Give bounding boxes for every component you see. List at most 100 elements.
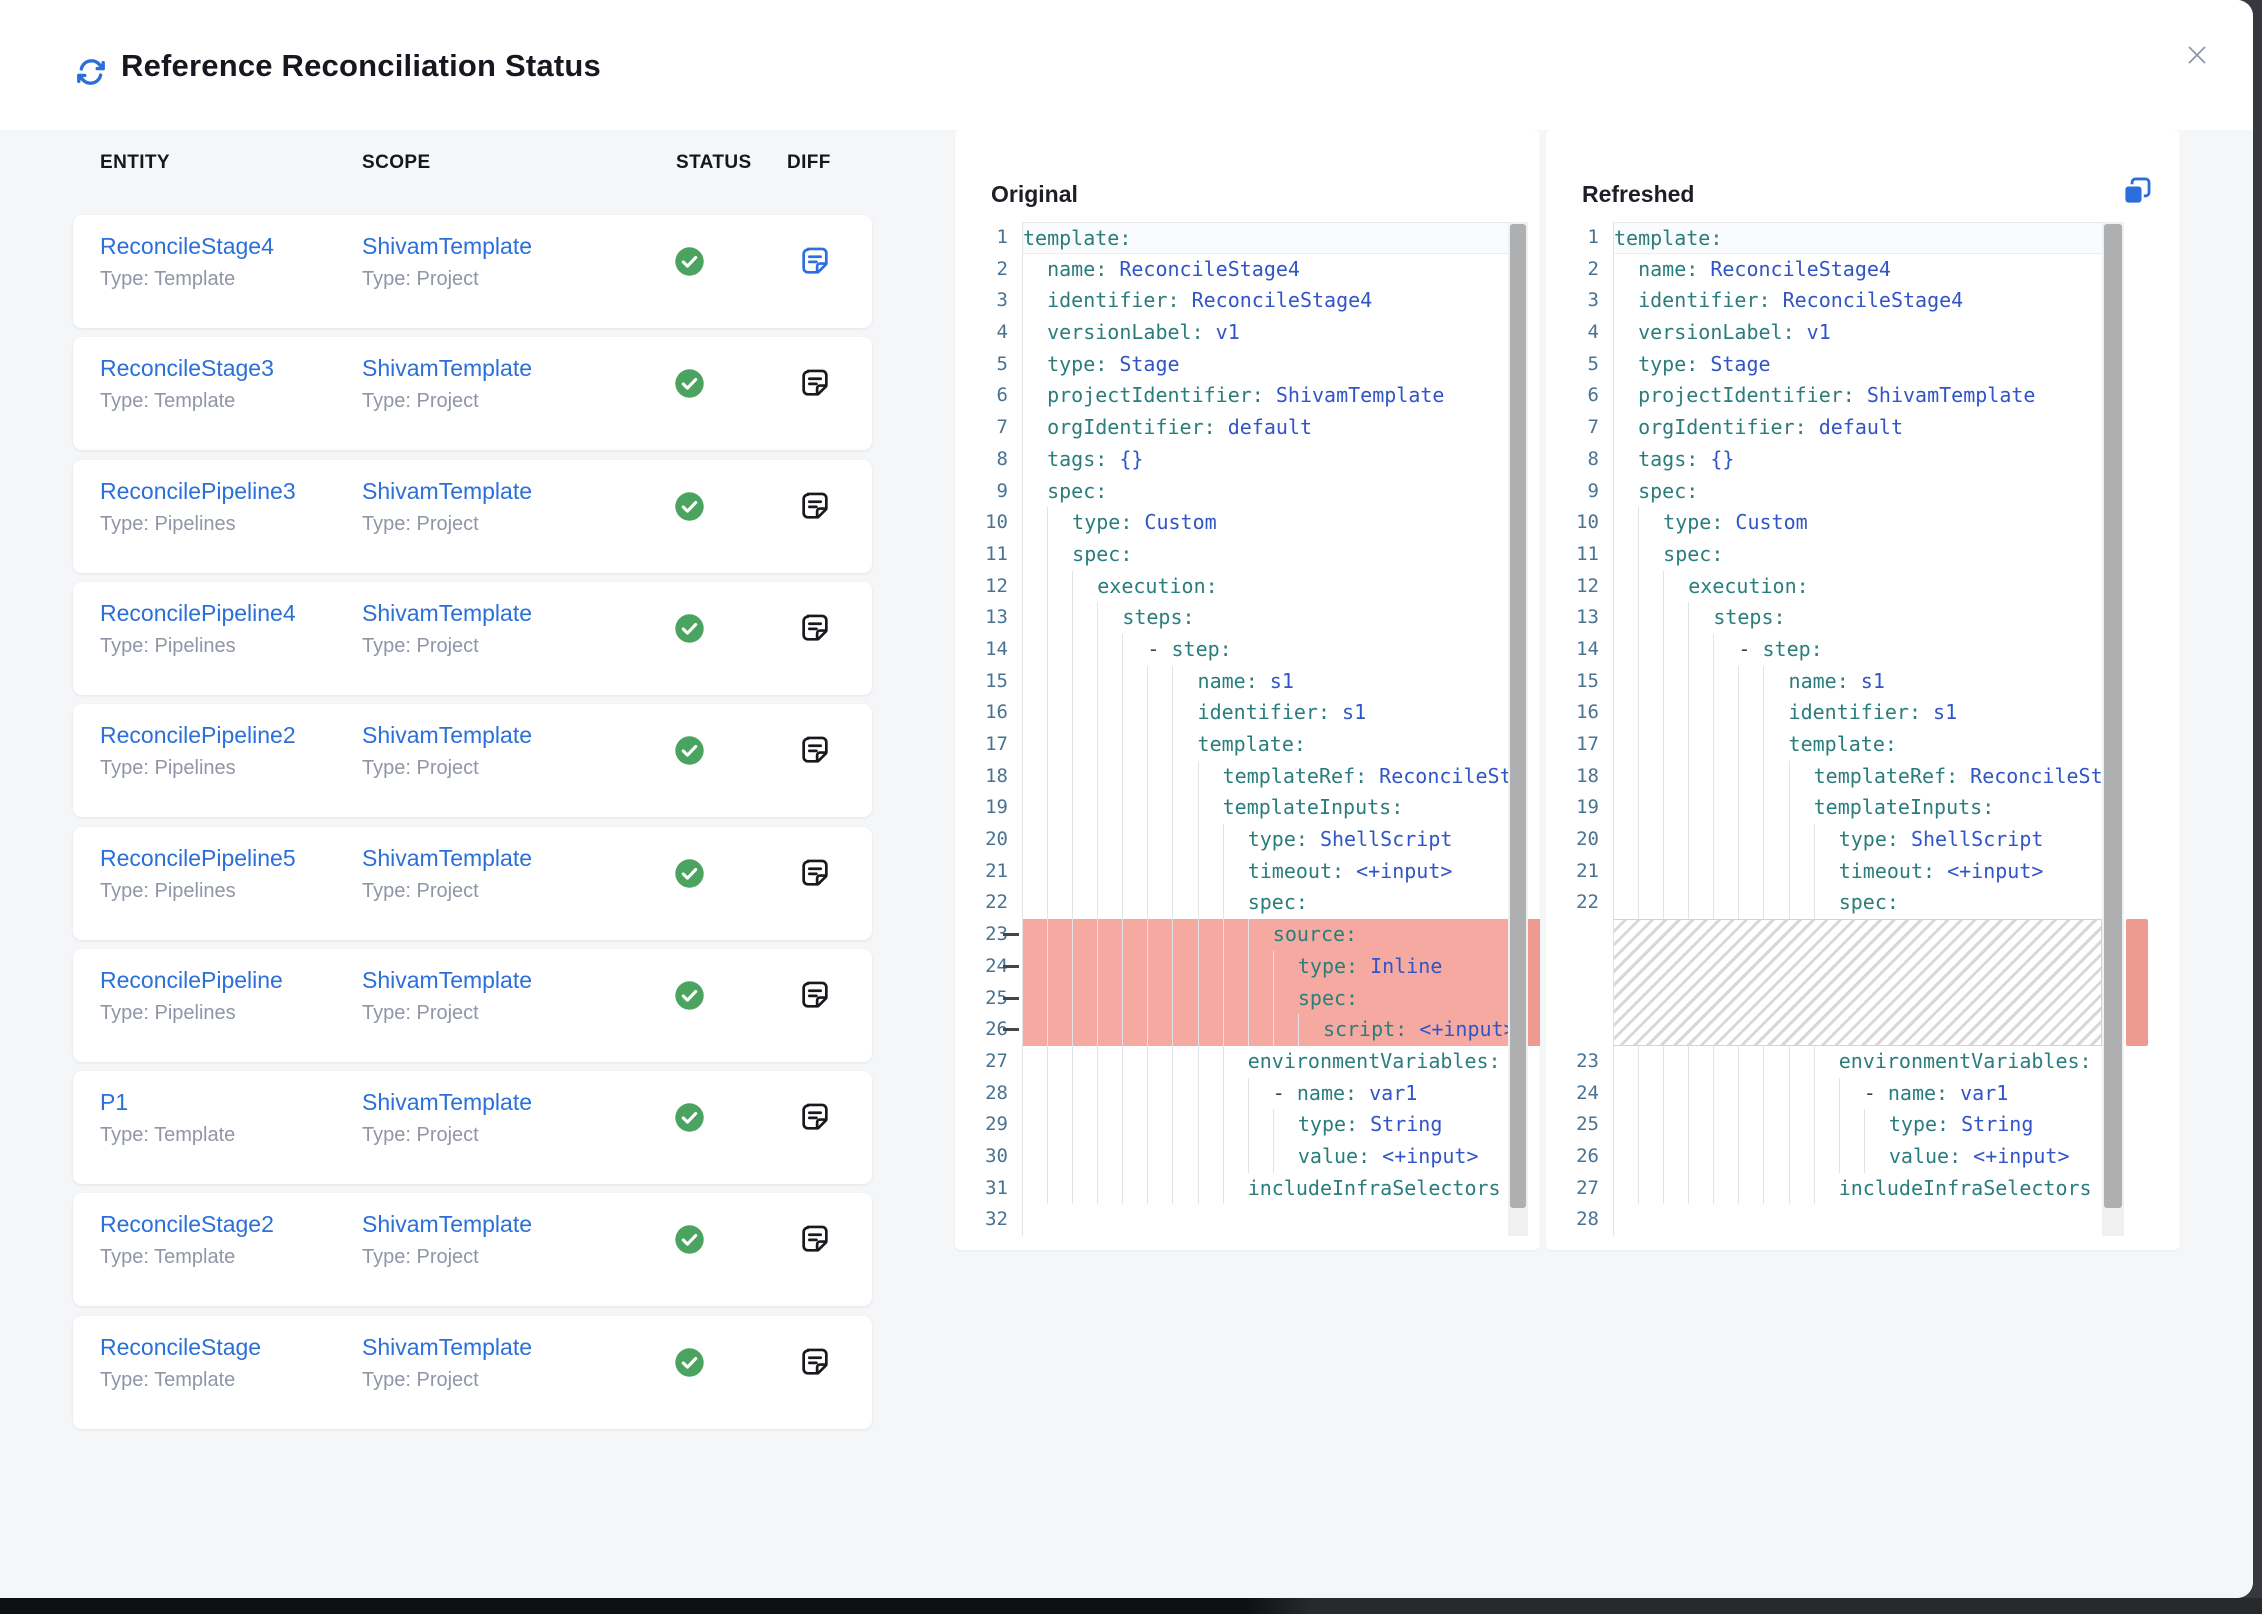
copy-button[interactable] [2120,174,2154,208]
table-row[interactable]: ReconcileStage2Type: TemplateShivamTempl… [73,1193,872,1306]
line-number: 14 [1546,634,1599,666]
code-line: 12execution: [955,571,1508,603]
scope-type: Type: Project [362,267,532,291]
diff-button[interactable] [798,1345,832,1379]
entity-link[interactable]: ReconcileStage [100,1333,261,1361]
code-text: name: s1 [1022,666,1508,698]
code-text: type: String [1022,1109,1508,1141]
original-scrollbar-thumb[interactable] [1510,224,1526,1208]
table-row[interactable]: ReconcilePipeline2Type: PipelinesShivamT… [73,704,872,817]
entity-type: Type: Pipelines [100,879,296,903]
line-number: 6 [955,380,1008,412]
status-success-icon [674,735,705,766]
diff-button[interactable] [798,489,832,523]
refreshed-scrollbar-thumb[interactable] [2104,224,2122,1208]
code-text: projectIdentifier: ShivamTemplate [1022,380,1508,412]
entity-type: Type: Template [100,267,274,291]
diff-note-icon [798,1222,832,1256]
table-row[interactable]: ReconcileStageType: TemplateShivamTempla… [73,1316,872,1429]
diff-button[interactable] [798,244,832,278]
scope-link[interactable]: ShivamTemplate [362,1088,532,1116]
code-line: 1template: [955,222,1508,254]
diff-button[interactable] [798,366,832,400]
entity-link[interactable]: ReconcileStage3 [100,354,274,382]
table-row[interactable]: ReconcileStage3Type: TemplateShivamTempl… [73,337,872,450]
code-line: 15name: s1 [955,666,1508,698]
scope-cell: ShivamTemplateType: Project [362,477,532,536]
line-number: 3 [1546,285,1599,317]
line-number: 23 [1546,1046,1599,1078]
diff-button[interactable] [798,733,832,767]
line-number: 12 [1546,571,1599,603]
code-line: 25spec: [955,983,1508,1015]
code-line: 21timeout: <+input> [955,856,1508,888]
code-line: 28 [1546,1204,2102,1236]
scope-cell: ShivamTemplateType: Project [362,1210,532,1269]
status-success-icon [674,1102,705,1133]
entity-link[interactable]: P1 [100,1088,235,1116]
close-button[interactable] [2168,26,2226,84]
table-row[interactable]: ReconcilePipelineType: PipelinesShivamTe… [73,949,872,1062]
table-row[interactable]: ReconcileStage4 Type: Template ShivamTempl… [73,215,872,328]
scope-link[interactable]: ShivamTemplate [362,844,532,872]
panel-original-header: Original [955,130,1540,222]
status-success-icon [674,980,705,1011]
scope-link[interactable]: ShivamTemplate [362,599,532,627]
line-number: 9 [955,476,1008,508]
code-line: 9spec: [1546,476,2102,508]
table-row[interactable]: P1Type: TemplateShivamTemplateType: Proj… [73,1071,872,1184]
scope-link[interactable]: ShivamTemplate [362,1333,532,1361]
line-number: 10 [1546,507,1599,539]
code-line: 31includeInfraSelectors [955,1173,1508,1205]
scope-link[interactable]: ShivamTemplate [362,721,532,749]
scope-link[interactable]: ShivamTemplate [362,1210,532,1238]
code-line: 16identifier: s1 [955,697,1508,729]
code-text: template: [1022,729,1508,761]
code-text: templateInputs: [1022,792,1508,824]
table-row[interactable]: ReconcilePipeline4 Type: Pipelines ShivamT… [73,582,872,695]
table-row[interactable]: ReconcilePipeline5 Type: Pipelines ShivamT… [73,827,872,940]
entity-link[interactable]: ReconcileStage2 [100,1210,274,1238]
status-success-icon [674,1347,705,1378]
status-success-icon [674,491,705,522]
scope-link[interactable]: ShivamTemplate [362,232,532,260]
scope-link[interactable]: ShivamTemplate [362,966,532,994]
code-line: 4versionLabel: v1 [1546,317,2102,349]
entity-link[interactable]: ReconcilePipeline3 [100,477,296,505]
code-text: templateRef: ReconcileSte [1613,761,2102,793]
diff-button[interactable] [798,1100,832,1134]
check-circle-icon [674,1102,705,1133]
line-number: 11 [955,539,1008,571]
line-number: 16 [955,697,1008,729]
diff-button[interactable] [798,611,832,645]
code-text: templateInputs: [1613,792,2102,824]
original-diff-marker [1528,919,1540,1046]
diff-button[interactable] [798,978,832,1012]
diff-button[interactable] [798,1222,832,1256]
code-text: identifier: s1 [1613,697,2102,729]
entity-cell: P1Type: Template [100,1088,235,1147]
entity-link[interactable]: ReconcileStage4 [100,232,274,260]
refresh-icon [74,55,108,89]
entity-link[interactable]: ReconcilePipeline4 [100,599,296,627]
code-line: 2name: ReconcileStage4 [955,254,1508,286]
scope-link[interactable]: ShivamTemplate [362,354,532,382]
code-text: - step: [1022,634,1508,666]
code-line: 9spec: [955,476,1508,508]
code-text: type: Custom [1613,507,2102,539]
scope-link[interactable]: ShivamTemplate [362,477,532,505]
line-number: 19 [1546,792,1599,824]
diff-button[interactable] [798,856,832,890]
code-line: 6projectIdentifier: ShivamTemplate [1546,380,2102,412]
line-number: 32 [955,1204,1008,1236]
entity-type: Type: Pipelines [100,634,296,658]
entity-link[interactable]: ReconcilePipeline5 [100,844,296,872]
table-row[interactable]: ReconcilePipeline3 Type: Pipelines ShivamT… [73,460,872,573]
line-number: 10 [955,507,1008,539]
code-text: template: [1613,222,2102,254]
entity-link[interactable]: ReconcilePipeline [100,966,283,994]
code-line: 28- name: var1 [955,1078,1508,1110]
entity-link[interactable]: ReconcilePipeline2 [100,721,296,749]
entity-type: Type: Pipelines [100,512,296,536]
copy-icon [2120,174,2154,208]
